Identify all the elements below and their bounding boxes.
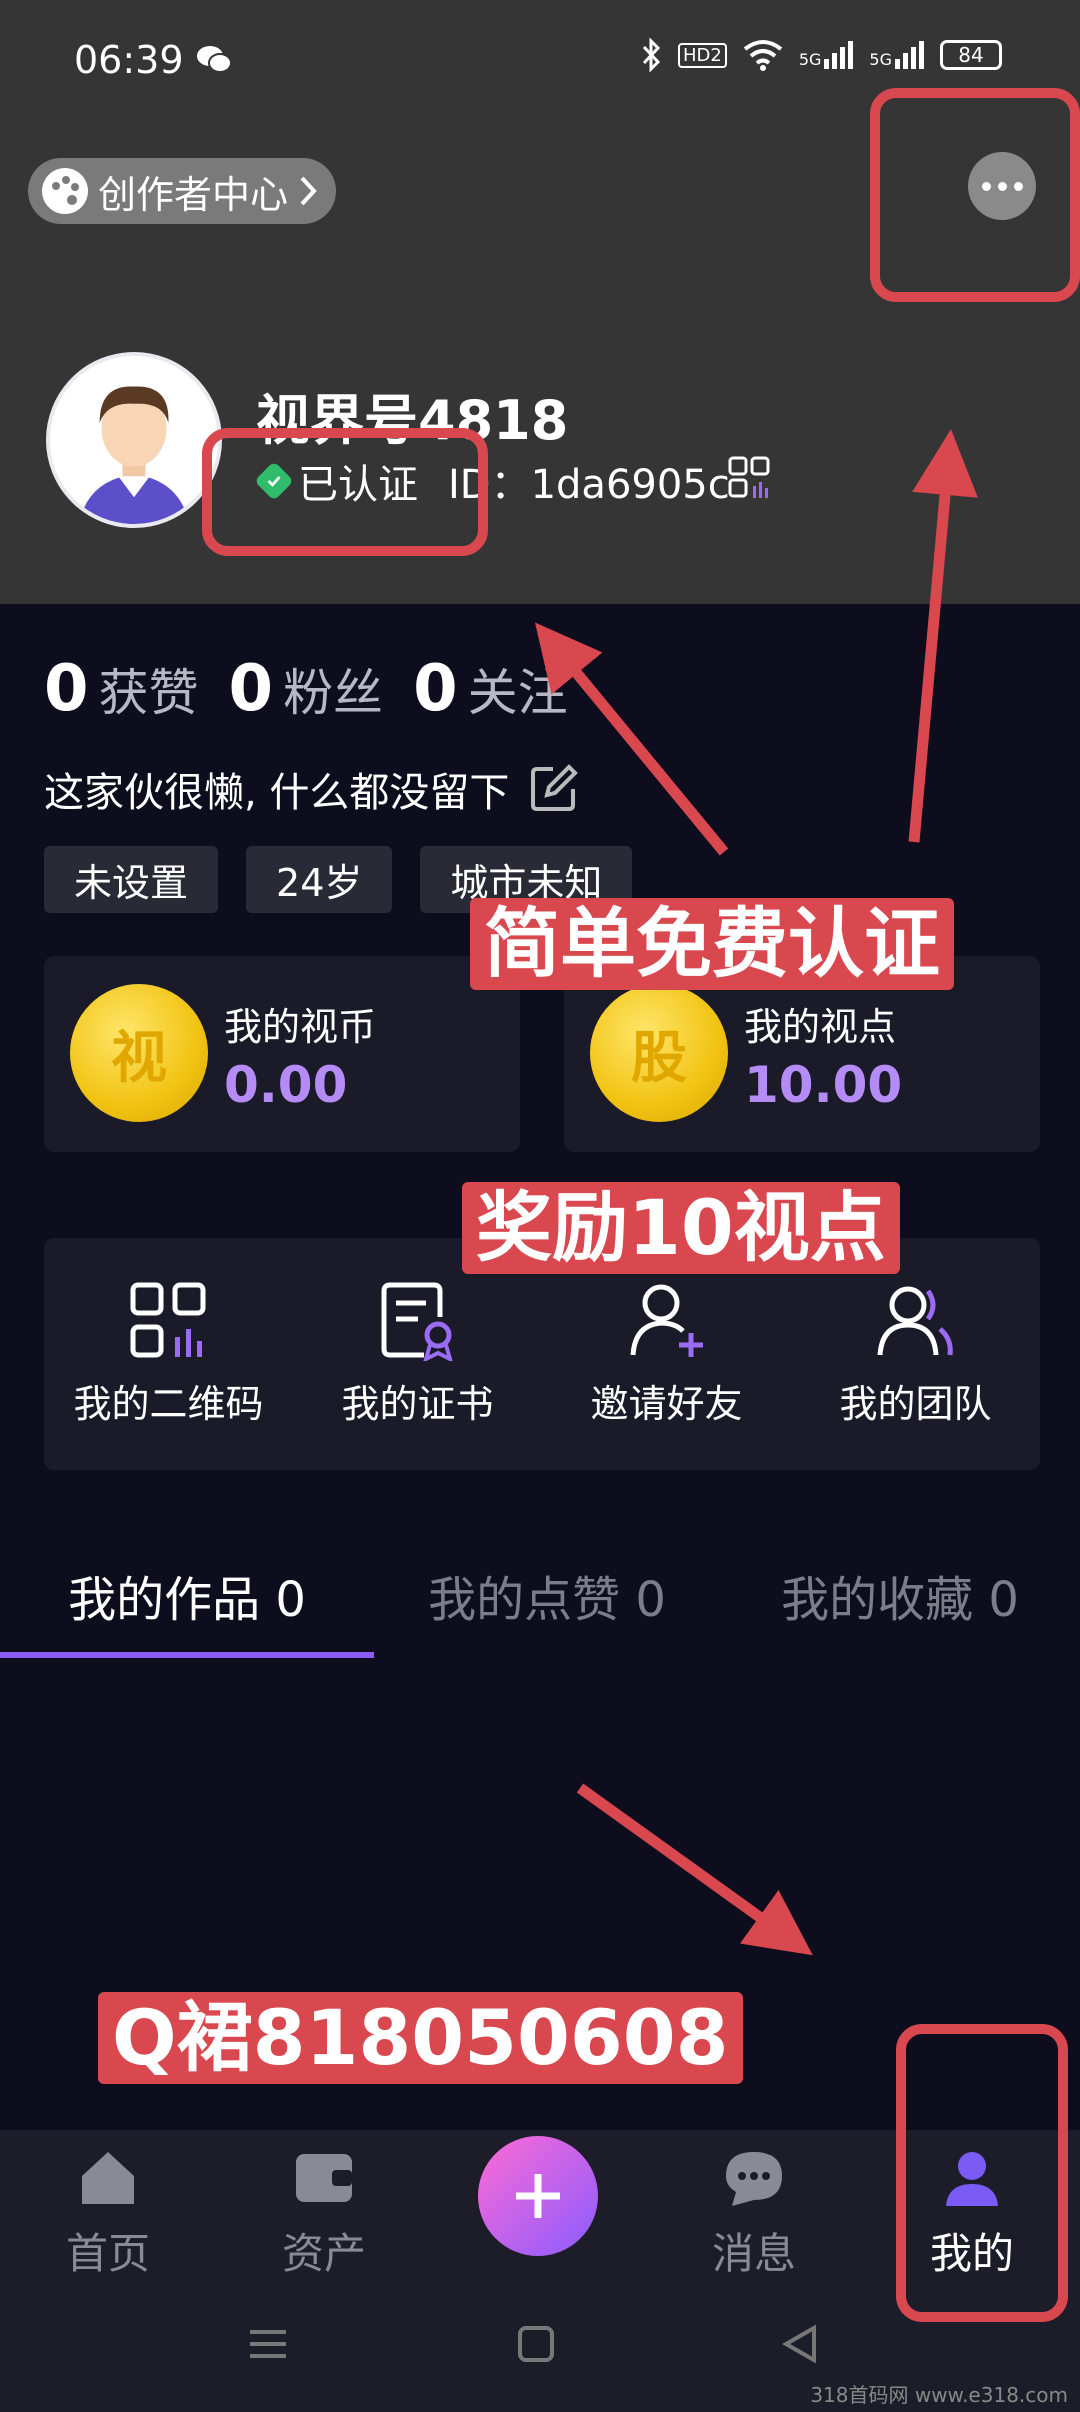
annotation-free-verify: 简单免费认证 <box>470 898 954 990</box>
watermark: 318首码网 www.e318.com <box>810 2383 1068 2407</box>
arrow-to-profile <box>576 1783 813 1956</box>
arrow-to-verified <box>535 622 729 856</box>
annotation-reward: 奖励10视点 <box>462 1182 900 1274</box>
annotation-qq-group: Q裙818050608 <box>98 1992 743 2084</box>
arrow-to-more <box>908 429 978 843</box>
